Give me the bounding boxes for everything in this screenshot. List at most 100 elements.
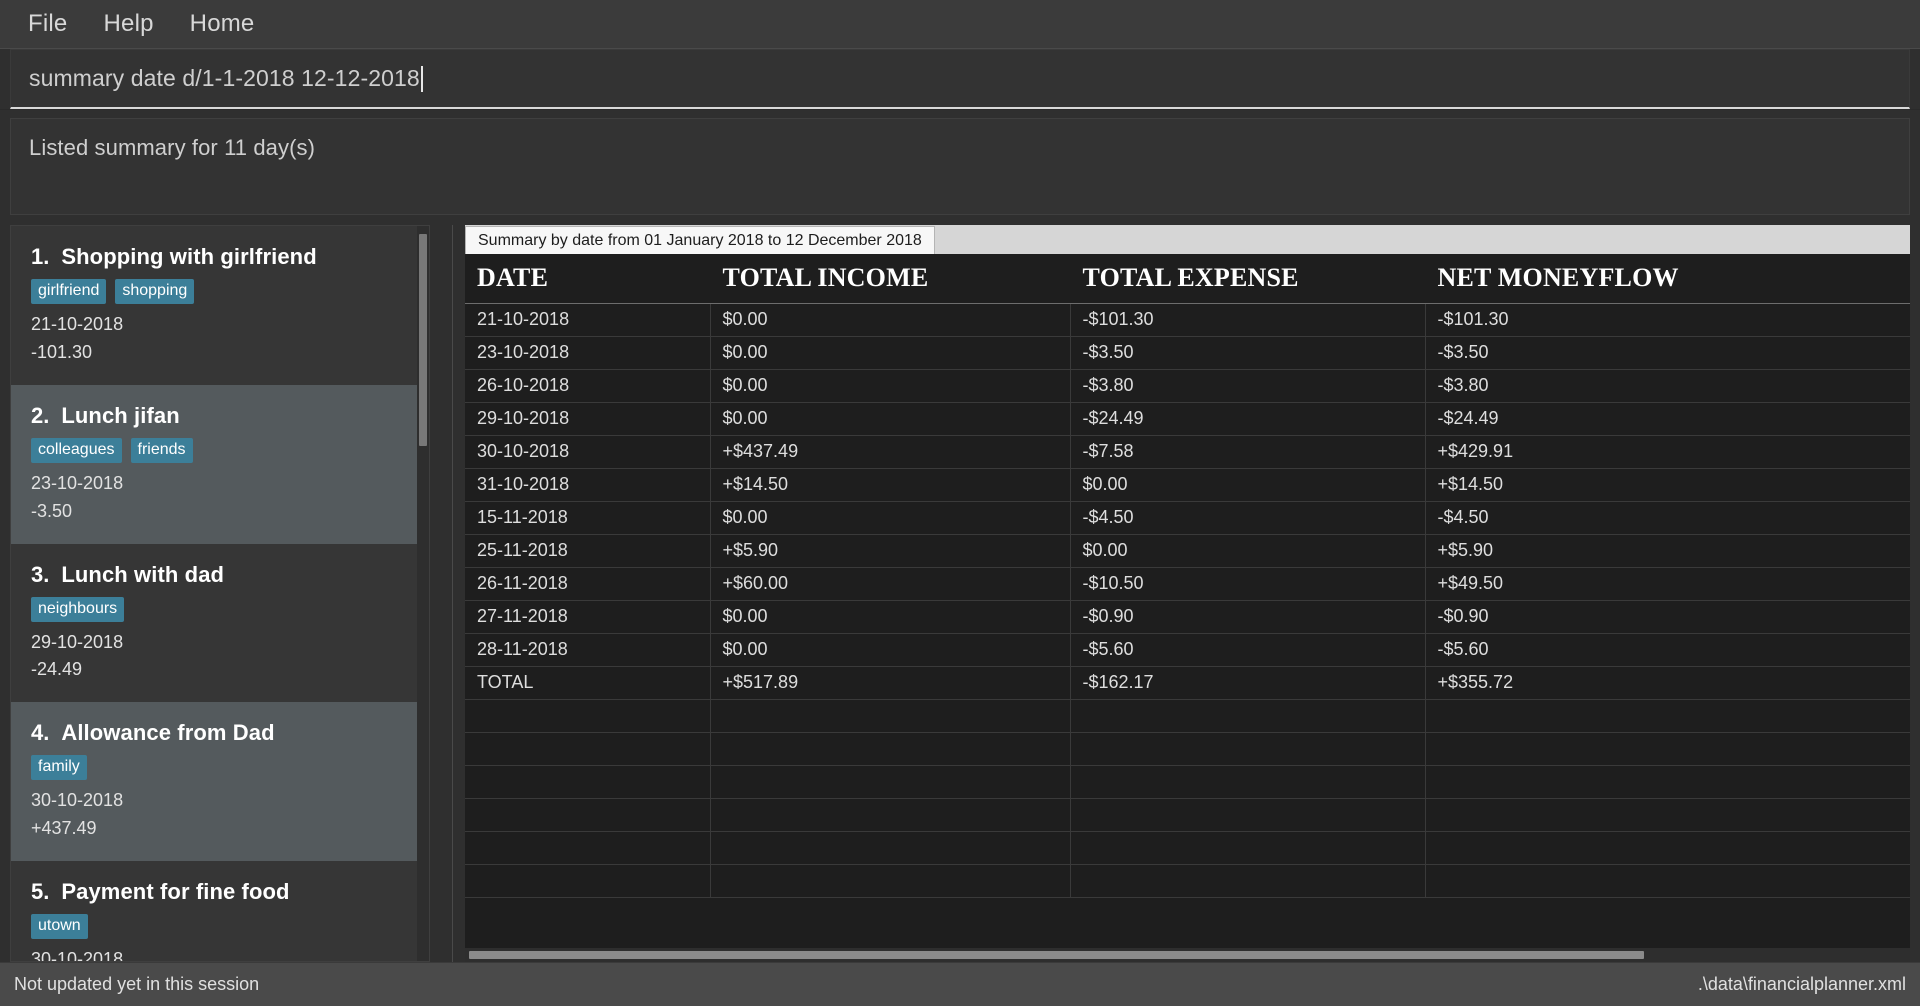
transaction-card[interactable]: 1. Shopping with girlfriend girlfriend shop… <box>11 226 429 385</box>
summary-table-header-row: DATE TOTAL INCOME TOTAL EXPENSE NET MONE… <box>465 254 1910 304</box>
column-header-total-income[interactable]: TOTAL INCOME <box>710 254 1071 304</box>
transaction-card[interactable]: 4. Allowance from Dad family 30-10-2018 +437… <box>11 702 429 862</box>
cell-total-expense: -$3.50 <box>1070 336 1426 370</box>
cell-net-moneyflow: +$429.91 <box>1425 435 1910 469</box>
column-header-net-moneyflow[interactable]: NET MONEYFLOW <box>1425 254 1910 304</box>
column-header-date[interactable]: DATE <box>465 254 711 304</box>
cell-empty <box>710 732 1071 766</box>
menu-bar: File Help Home <box>0 0 1920 48</box>
transaction-tag-row: family <box>31 755 411 781</box>
cell-net-moneyflow: +$355.72 <box>1425 666 1910 700</box>
cell-total-expense: -$3.80 <box>1070 369 1426 403</box>
summary-table-head: DATE TOTAL INCOME TOTAL EXPENSE NET MONE… <box>465 254 1910 304</box>
cell-empty <box>1425 831 1910 865</box>
transaction-title-row: 1. Shopping with girlfriend <box>31 244 411 270</box>
cell-empty <box>465 864 711 898</box>
transaction-card[interactable]: 5.Payment for fine foodutown30-10-2018-7… <box>11 861 429 961</box>
sync-status-label: Not updated yet in this session <box>14 974 260 994</box>
scrollbar-thumb[interactable] <box>469 951 1644 959</box>
cell-net-moneyflow: +$49.50 <box>1425 567 1910 601</box>
transaction-card[interactable]: 3. Lunch with dad neighbours 29-10-2018 -24.… <box>11 543 429 703</box>
application-window: File Help Home summary date d/1-1-2018 1… <box>0 0 1920 1006</box>
cell-date: 31-10-2018 <box>465 468 711 502</box>
cell-total-expense: -$101.30 <box>1070 303 1426 337</box>
menu-file[interactable]: File <box>10 6 85 42</box>
cell-empty <box>465 732 711 766</box>
transaction-title-row: 2. Lunch jifan <box>31 403 411 429</box>
table-row[interactable]: 31-10-2018 +$14.50 $0.00 +$14.50 <box>465 468 1910 502</box>
table-row[interactable]: 28-11-2018 $0.00 -$5.60 -$5.60 <box>465 633 1910 667</box>
table-row[interactable]: 23-10-2018 $0.00 -$3.50 -$3.50 <box>465 336 1910 370</box>
transaction-tag: colleagues <box>31 437 122 463</box>
menu-home[interactable]: Home <box>172 6 273 42</box>
status-bar: Not updated yet in this session .\data\f… <box>0 962 1920 1006</box>
transaction-title: Shopping with girlfriend <box>61 244 317 269</box>
cell-total-expense: -$7.58 <box>1070 435 1426 469</box>
transaction-index: 4. <box>31 720 50 746</box>
transaction-amount: -101.30 <box>31 341 93 362</box>
cell-date: 27-11-2018 <box>465 600 711 634</box>
transaction-tag: utown <box>31 914 88 940</box>
tab-summary-by-date[interactable]: Summary by date from 01 January 2018 to … <box>465 226 935 254</box>
table-row[interactable]: 21-10-2018 $0.00 -$101.30 -$101.30 <box>465 303 1910 337</box>
cell-date: 25-11-2018 <box>465 534 711 568</box>
cell-empty <box>1425 732 1910 766</box>
cell-empty <box>1070 798 1426 832</box>
transaction-title: Payment for fine food <box>61 879 290 905</box>
transaction-list[interactable]: 1. Shopping with girlfriend girlfriend shop… <box>11 226 429 961</box>
cell-date: 29-10-2018 <box>465 402 711 436</box>
result-message: Listed summary for 11 day(s) <box>29 135 316 160</box>
table-row-empty <box>465 699 1910 733</box>
cell-total-income: $0.00 <box>710 369 1071 403</box>
transaction-tag: shopping <box>115 279 195 304</box>
scrollbar-thumb[interactable] <box>419 234 427 446</box>
transaction-tag: family <box>31 755 87 781</box>
cell-total-income: +$437.49 <box>710 435 1071 469</box>
cell-net-moneyflow: +$14.50 <box>1425 468 1910 502</box>
cell-empty <box>1425 798 1910 832</box>
table-row[interactable]: 26-10-2018 $0.00 -$3.80 -$3.80 <box>465 369 1910 403</box>
cell-net-moneyflow: -$3.50 <box>1425 336 1910 370</box>
transaction-card[interactable]: 2. Lunch jifan colleagues friends 23-10-2018… <box>11 384 429 544</box>
command-input[interactable]: summary date d/1-1-2018 12-12-2018 <box>10 49 1910 109</box>
cell-empty <box>1070 765 1426 799</box>
cell-total-expense: $0.00 <box>1070 534 1426 568</box>
transaction-index: 2. <box>31 402 50 428</box>
cell-date: TOTAL <box>465 666 711 700</box>
cell-total-expense: -$0.90 <box>1070 600 1426 634</box>
cell-total-income: $0.00 <box>710 303 1071 337</box>
summary-panel: Summary by date from 01 January 2018 to … <box>452 225 1910 962</box>
result-panel: Listed summary for 11 day(s) <box>0 110 1920 225</box>
cell-empty <box>1425 765 1910 799</box>
save-location-label: .\data\financialplanner.xml <box>1697 974 1906 994</box>
cell-net-moneyflow: -$5.60 <box>1425 633 1910 667</box>
summary-table: DATE TOTAL INCOME TOTAL EXPENSE NET MONE… <box>465 254 1910 898</box>
cell-total-income: +$60.00 <box>710 567 1071 601</box>
transaction-date: 30-10-2018 <box>31 790 124 811</box>
table-row-empty <box>465 864 1910 898</box>
table-row[interactable]: 25-11-2018 +$5.90 $0.00 +$5.90 <box>465 534 1910 568</box>
menu-help[interactable]: Help <box>85 6 171 42</box>
cell-date: 28-11-2018 <box>465 633 711 667</box>
summary-table-horizontal-scrollbar[interactable] <box>465 948 1910 962</box>
cell-date: 26-10-2018 <box>465 369 711 403</box>
transaction-title-row: 5. Payment for fine food <box>31 879 411 905</box>
transaction-list-scrollbar[interactable] <box>417 226 429 961</box>
table-row[interactable]: 30-10-2018 +$437.49 -$7.58 +$429.91 <box>465 435 1910 469</box>
table-row[interactable]: TOTAL +$517.89 -$162.17 +$355.72 <box>465 666 1910 700</box>
table-row-empty <box>465 732 1910 766</box>
table-row[interactable]: 27-11-2018 $0.00 -$0.90 -$0.90 <box>465 600 1910 634</box>
transaction-date: 23-10-2018 <box>31 472 124 493</box>
transaction-list-panel: 1. Shopping with girlfriend girlfriend shop… <box>10 225 430 962</box>
cell-net-moneyflow: +$5.90 <box>1425 534 1910 568</box>
cell-empty <box>1070 732 1426 766</box>
column-header-total-expense[interactable]: TOTAL EXPENSE <box>1070 254 1426 304</box>
table-row[interactable]: 26-11-2018 +$60.00 -$10.50 +$49.50 <box>465 567 1910 601</box>
table-row[interactable]: 29-10-2018 $0.00 -$24.49 -$24.49 <box>465 402 1910 436</box>
table-row[interactable]: 15-11-2018 $0.00 -$4.50 -$4.50 <box>465 501 1910 535</box>
cell-empty <box>465 831 711 865</box>
cell-date: 23-10-2018 <box>465 336 711 370</box>
cell-total-income: $0.00 <box>710 501 1071 535</box>
cell-empty <box>1070 831 1426 865</box>
result-display-box: Listed summary for 11 day(s) <box>10 118 1910 215</box>
